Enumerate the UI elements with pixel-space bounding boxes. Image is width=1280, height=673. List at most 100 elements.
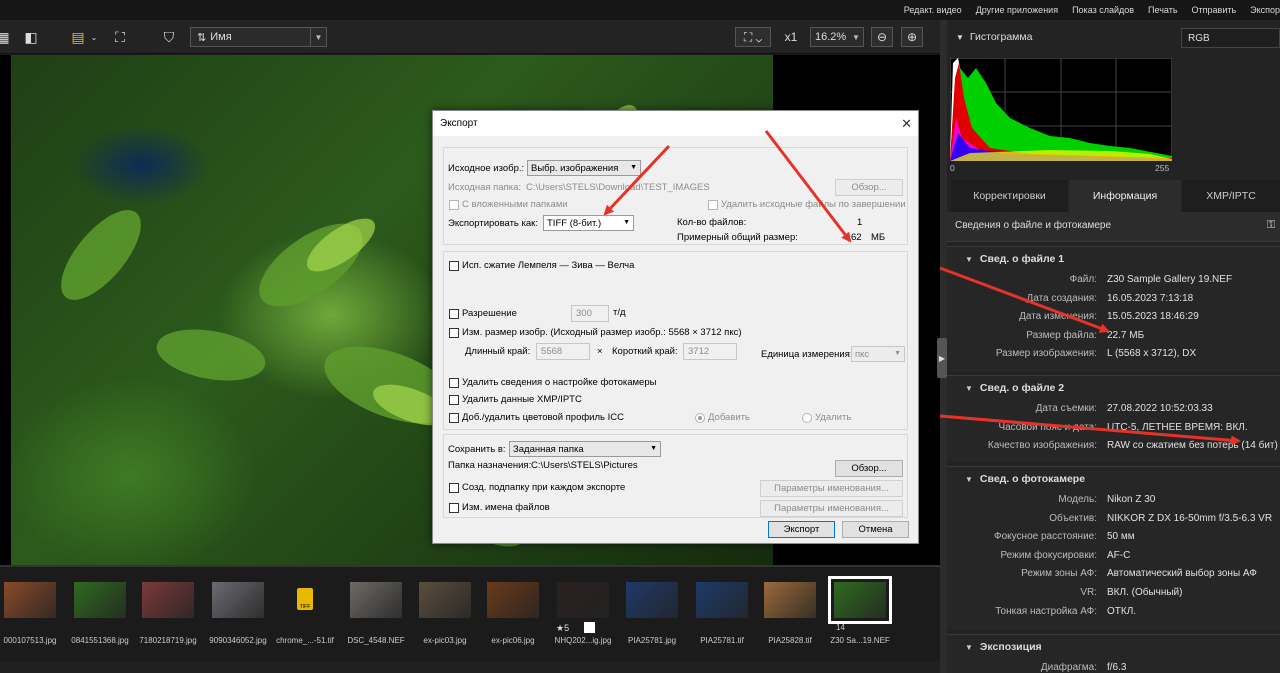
- naming-params-button[interactable]: Параметры именования...: [760, 480, 903, 497]
- section-header[interactable]: Экспозиция: [967, 641, 1042, 653]
- zoom-1x-button[interactable]: x1: [780, 27, 802, 47]
- subfolders-label: С вложенными папками: [462, 199, 568, 210]
- thumb-number: 14: [836, 623, 845, 632]
- browse-dest-button[interactable]: Обзор...: [835, 460, 903, 477]
- tab-adjustments[interactable]: Корректировки: [951, 180, 1068, 212]
- resize-checkbox[interactable]: [449, 328, 459, 338]
- histogram-title[interactable]: ▼ Гистограмма: [956, 31, 1032, 43]
- info-value: AF-C: [1107, 549, 1131, 561]
- histogram-min: 0: [950, 163, 955, 173]
- export-button[interactable]: Экспорт: [768, 521, 835, 538]
- info-header-bar: Сведения о файле и фотокамере ⚿: [947, 212, 1280, 242]
- icc-add-radio[interactable]: [695, 413, 705, 423]
- info-row: Дата съемки: 27.08.2022 10:52:03.33: [947, 403, 1280, 422]
- histogram-mode-select[interactable]: RGB: [1181, 28, 1280, 48]
- remove-xmp-checkbox[interactable]: [449, 395, 459, 405]
- select-square-icon[interactable]: [584, 622, 595, 633]
- menu-export[interactable]: Экспорт: [1250, 5, 1280, 15]
- filmstrip-thumbnail[interactable]: TIFF: [279, 582, 331, 618]
- naming-params2-button[interactable]: Параметры именования...: [760, 500, 903, 517]
- zoom-out-button[interactable]: ⊖: [871, 27, 893, 47]
- chevron-down-icon[interactable]: ⌄: [89, 27, 99, 47]
- tab-xmp-iptc[interactable]: XMP/IPTC: [1182, 180, 1280, 212]
- filmstrip-thumbnail[interactable]: [142, 582, 194, 618]
- delete-source-checkbox[interactable]: [708, 200, 718, 210]
- chevron-down-icon: ▼: [956, 33, 964, 42]
- section-header[interactable]: Свед. о фотокамере: [967, 473, 1085, 485]
- info-key: Размер изображения:: [995, 348, 1097, 360]
- long-edge-input[interactable]: 5568: [536, 343, 590, 360]
- source-folder-value: C:\Users\STELS\Download\TEST_IMAGES: [526, 182, 710, 193]
- resolution-input[interactable]: 300: [571, 305, 609, 322]
- rename-label: Изм. имена файлов: [462, 502, 550, 513]
- filmstrip-thumbnail[interactable]: [764, 582, 816, 618]
- zoom-select[interactable]: 16.2% ▼: [810, 27, 864, 47]
- close-icon[interactable]: ✕: [901, 116, 912, 132]
- subfolders-checkbox[interactable]: [449, 200, 459, 210]
- info-value: 50 мм: [1107, 531, 1135, 543]
- info-key: Модель:: [1058, 494, 1097, 505]
- remove-camera-checkbox[interactable]: [449, 378, 459, 388]
- filmstrip-thumbnail[interactable]: [74, 582, 126, 618]
- tab-information[interactable]: Информация: [1069, 180, 1181, 212]
- subfolder-each-checkbox[interactable]: [449, 483, 459, 493]
- source-select[interactable]: Выбр. изображения ▼: [527, 160, 641, 176]
- icc-add-label: Добавить: [708, 412, 750, 423]
- filmstrip-thumbnail[interactable]: [419, 582, 471, 618]
- info-key: Качество изображения:: [987, 440, 1097, 452]
- filmstrip-thumbnail[interactable]: [557, 582, 609, 618]
- save-in-label: Сохранить в:: [448, 444, 506, 455]
- info-row: Размер изображения: L (5568 x 3712), DX: [947, 348, 1280, 367]
- short-edge-input[interactable]: 3712: [683, 343, 737, 360]
- fit-screen-button[interactable]: ⛶ ⌄: [735, 27, 771, 47]
- sort-select[interactable]: ⇅ Имя ▼: [190, 27, 327, 47]
- compare-view-icon[interactable]: ◧: [22, 27, 40, 47]
- icc-remove-radio[interactable]: [802, 413, 812, 423]
- cancel-button[interactable]: Отмена: [842, 521, 909, 538]
- menu-slideshow[interactable]: Показ слайдов: [1072, 5, 1134, 15]
- menu-edit-video[interactable]: Редакт. видео: [904, 5, 962, 15]
- menu-send[interactable]: Отправить: [1192, 5, 1237, 15]
- filmstrip-thumbnail[interactable]: [4, 582, 56, 618]
- section-header[interactable]: Свед. о файле 1: [967, 253, 1064, 265]
- lock-icon[interactable]: ⚿: [1267, 219, 1275, 232]
- menu-other-apps[interactable]: Другие приложения: [976, 5, 1058, 15]
- section-header[interactable]: Свед. о файле 2: [967, 382, 1064, 394]
- chevron-down-icon: ▼: [894, 350, 901, 357]
- grid-view-icon[interactable]: ▦: [0, 27, 10, 47]
- filmstrip-label: PIA25781.tif: [700, 636, 744, 645]
- thumbnail-layout-icon[interactable]: ▤: [68, 27, 88, 47]
- total-size-label: Примерный общий размер:: [677, 232, 798, 243]
- file-count-label: Кол-во файлов:: [677, 217, 747, 228]
- info-key: Фокусное расстояние:: [994, 531, 1097, 543]
- filmstrip-thumbnail[interactable]: [212, 582, 264, 618]
- fullscreen-icon[interactable]: ⛶: [110, 27, 130, 47]
- browse-source-button[interactable]: Обзор...: [835, 179, 903, 196]
- panel-splitter[interactable]: ▶: [937, 20, 947, 673]
- resolution-label: Разрешение: [462, 308, 517, 319]
- info-section: Свед. о фотокамере Модель: Nikon Z 30 Объек…: [947, 466, 1280, 630]
- chevron-down-icon: ▼: [623, 219, 630, 226]
- filmstrip-thumbnail[interactable]: [626, 582, 678, 618]
- filmstrip-thumbnail[interactable]: [828, 576, 892, 624]
- info-value: f/6.3: [1107, 662, 1127, 673]
- filmstrip-thumbnail[interactable]: [350, 582, 402, 618]
- lzw-checkbox[interactable]: [449, 261, 459, 271]
- resolution-unit: т/д: [613, 307, 626, 318]
- rename-checkbox[interactable]: [449, 503, 459, 513]
- resolution-checkbox[interactable]: [449, 309, 459, 319]
- unit-select[interactable]: пкс ▼: [851, 346, 905, 362]
- export-format-select[interactable]: TIFF (8-бит.) ▼: [543, 215, 634, 231]
- menu-print[interactable]: Печать: [1148, 5, 1177, 15]
- filmstrip-thumbnail[interactable]: [487, 582, 539, 618]
- save-in-select[interactable]: Заданная папка ▼: [509, 441, 661, 457]
- info-key: Режим зоны АФ:: [1021, 568, 1097, 580]
- filmstrip-thumbnail[interactable]: [696, 582, 748, 618]
- info-row: Объектив: NIKKOR Z DX 16-50mm f/3.5-6.3 V…: [947, 513, 1280, 532]
- icc-checkbox[interactable]: [449, 413, 459, 423]
- zoom-value: 16.2%: [815, 31, 847, 43]
- lzw-label: Исп. сжатие Лемпеля — Зива — Велча: [462, 260, 635, 271]
- zoom-in-button[interactable]: ⊕: [901, 27, 923, 47]
- filter-icon[interactable]: ⛉: [160, 27, 178, 47]
- collapse-handle-icon[interactable]: ▶: [937, 338, 947, 378]
